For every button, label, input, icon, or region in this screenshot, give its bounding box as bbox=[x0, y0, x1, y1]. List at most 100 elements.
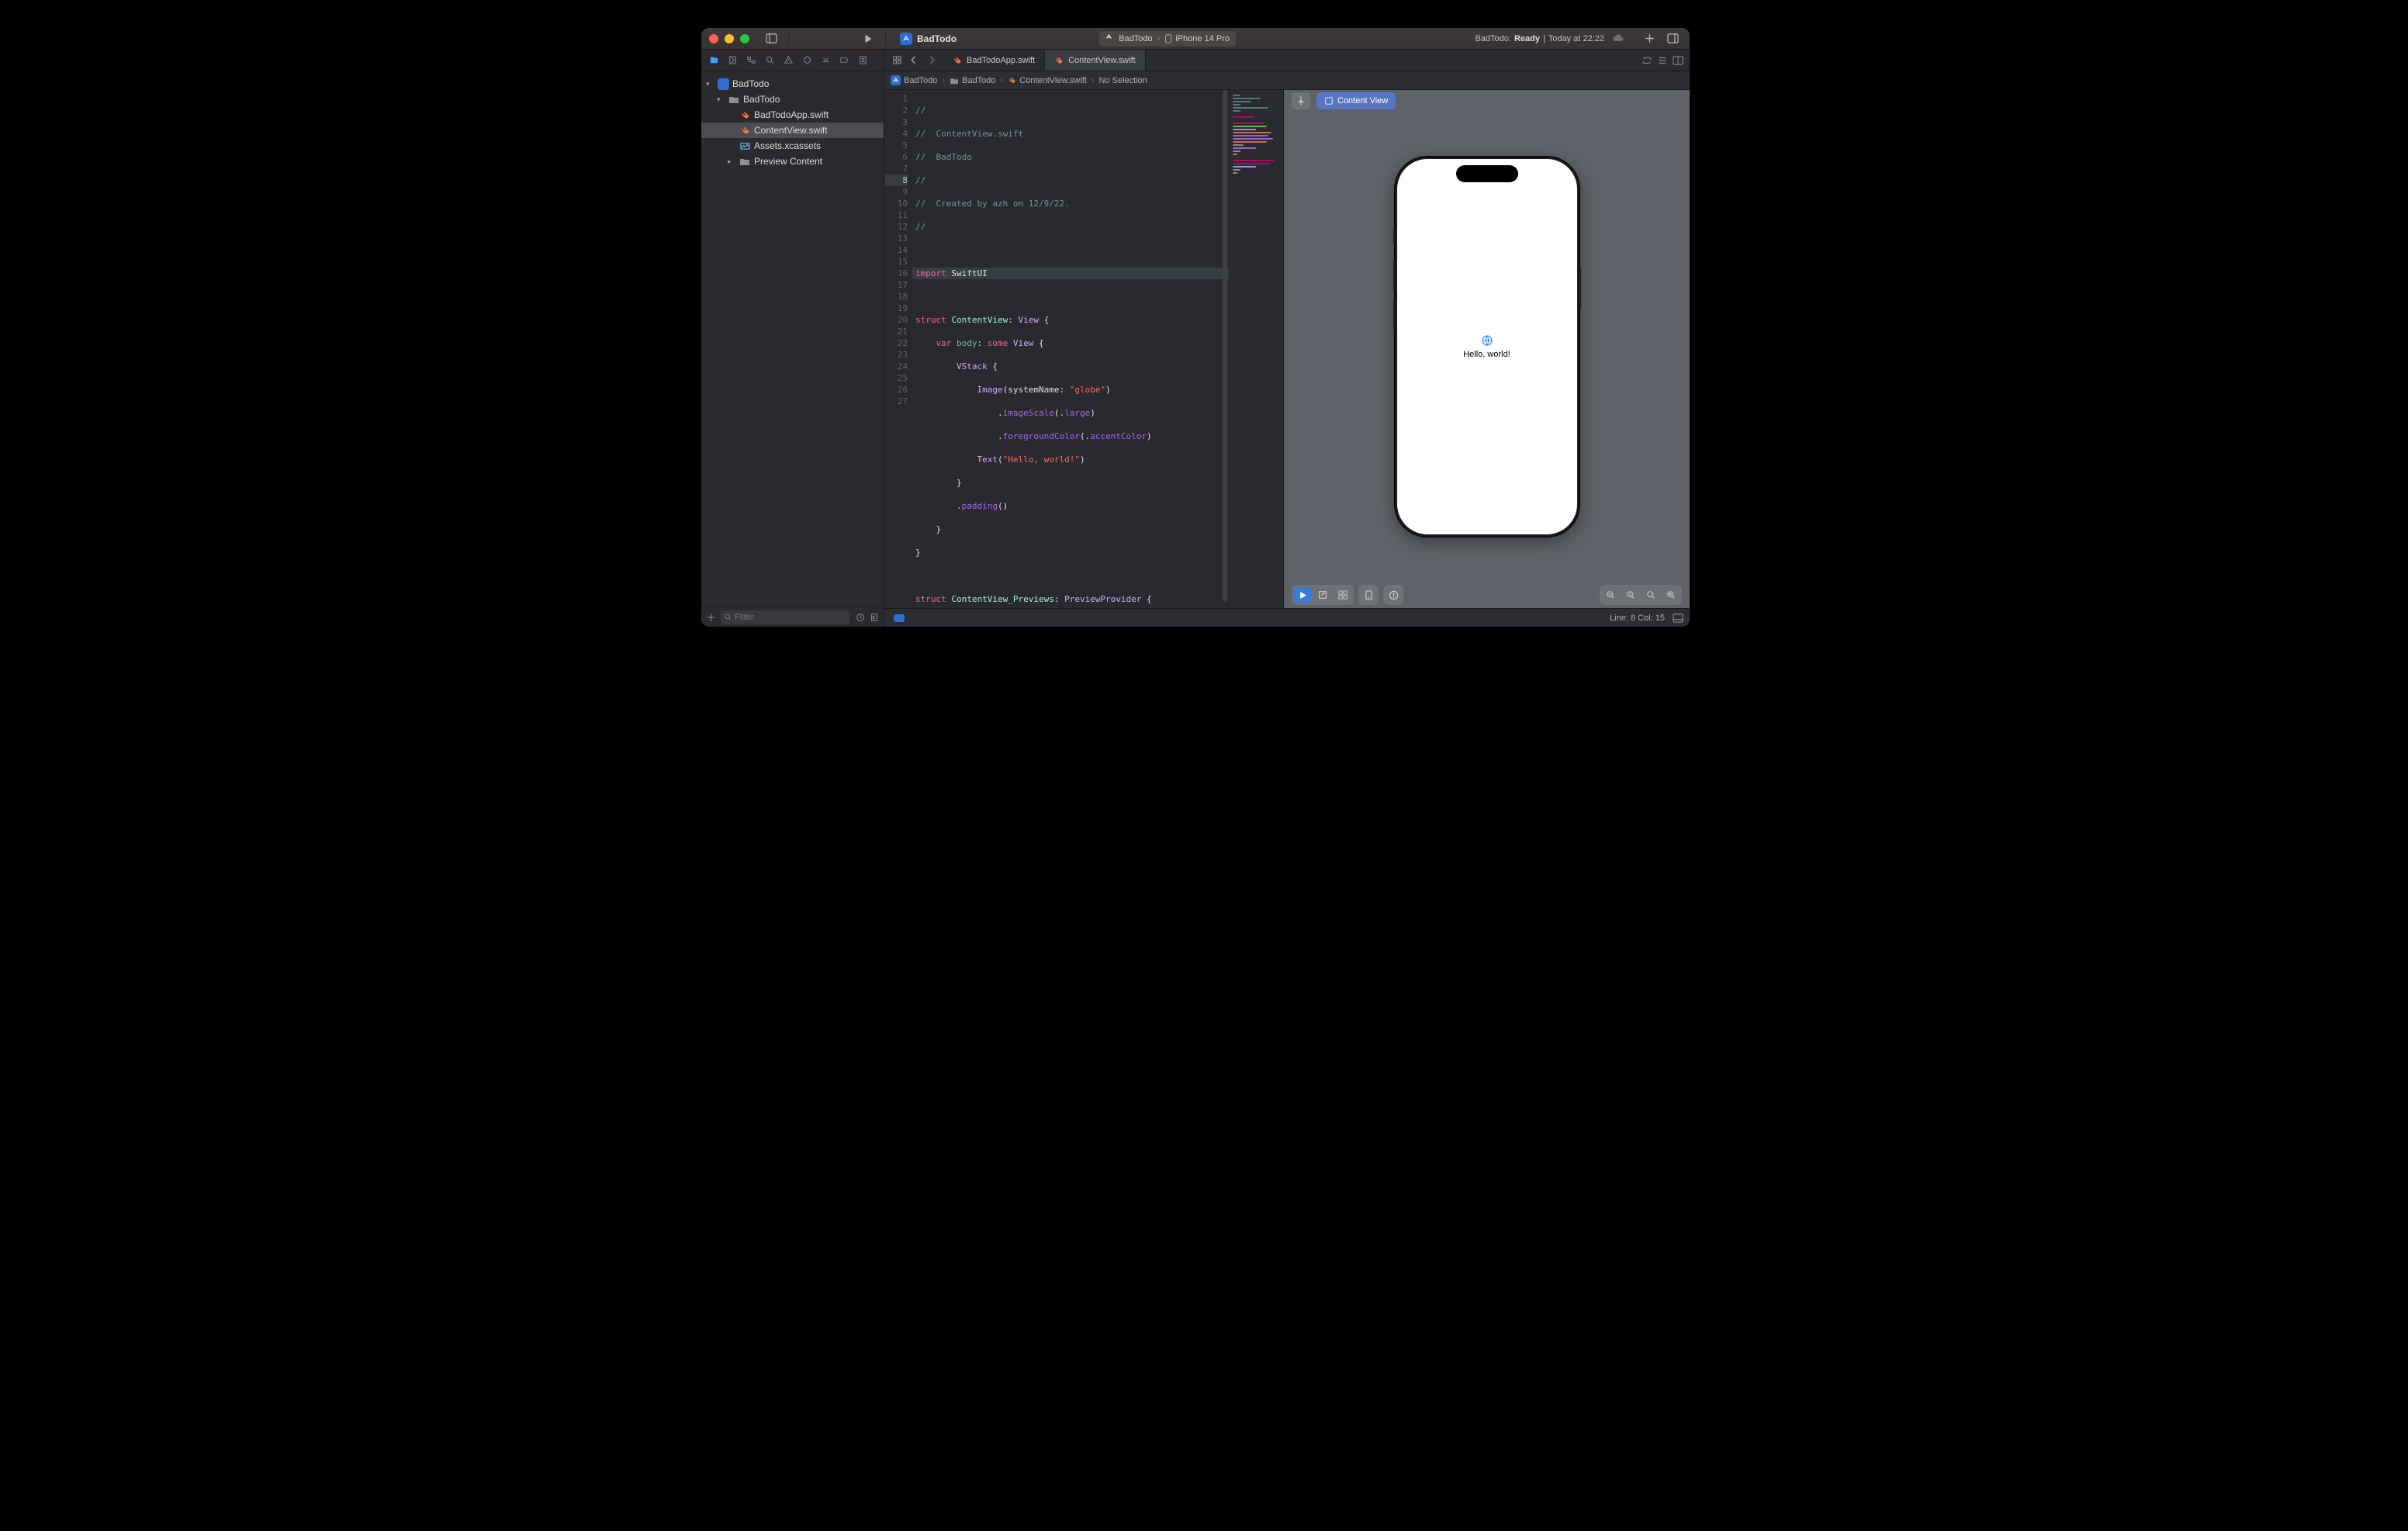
related-items-button[interactable] bbox=[889, 55, 905, 65]
project-navigator-tab[interactable] bbox=[706, 53, 721, 68]
project-icon bbox=[717, 78, 729, 90]
breakpoint-navigator-tab[interactable] bbox=[836, 53, 852, 68]
line-gutter: 1234567 8 910111213141516171819202122232… bbox=[884, 90, 912, 608]
source-editor[interactable]: 1234567 8 910111213141516171819202122232… bbox=[884, 90, 1284, 608]
selectable-preview-button[interactable] bbox=[1314, 587, 1331, 603]
variants-preview-button[interactable] bbox=[1334, 587, 1351, 603]
close-window-button[interactable] bbox=[709, 34, 718, 43]
toggle-debug-area-button[interactable] bbox=[1673, 613, 1683, 623]
navigator-filter-input[interactable] bbox=[721, 610, 849, 624]
chevron-right-icon: › bbox=[942, 76, 945, 85]
history-back-button[interactable] bbox=[906, 56, 922, 64]
folder-icon bbox=[728, 95, 740, 104]
symbol-navigator-tab[interactable] bbox=[743, 53, 759, 68]
editor-tabstrip: BadTodoApp.swift ContentView.swift bbox=[884, 50, 1690, 71]
swift-file-icon bbox=[1008, 76, 1016, 85]
live-preview-button[interactable] bbox=[1294, 587, 1311, 603]
find-navigator-tab[interactable] bbox=[762, 53, 777, 68]
recent-filter-button[interactable] bbox=[856, 613, 865, 622]
tab-label: BadTodoApp.swift bbox=[967, 56, 1035, 65]
scm-filter-button[interactable] bbox=[870, 613, 879, 622]
vertical-scrollbar[interactable] bbox=[1223, 90, 1227, 602]
tree-label: Assets.xcassets bbox=[754, 140, 821, 151]
disclosure-triangle-icon[interactable]: ▾ bbox=[717, 95, 725, 104]
zoom-out-button[interactable] bbox=[1602, 587, 1619, 603]
code-content[interactable]: // // ContentView.swift // BadTodo // //… bbox=[912, 90, 1283, 608]
run-button[interactable] bbox=[859, 30, 877, 47]
app-icon bbox=[1105, 33, 1116, 43]
tree-group[interactable]: ▾ BadTodo bbox=[701, 92, 884, 107]
app-icon bbox=[900, 33, 912, 45]
toggle-navigator-button[interactable] bbox=[762, 30, 780, 47]
add-editor-right-button[interactable] bbox=[1673, 55, 1683, 66]
zoom-controls bbox=[1600, 585, 1682, 605]
debug-navigator-tab[interactable] bbox=[818, 53, 833, 68]
report-navigator-tab[interactable] bbox=[855, 53, 870, 68]
tab-app-file[interactable]: BadTodoApp.swift bbox=[943, 50, 1045, 71]
device-frame: Hello, world! bbox=[1395, 157, 1579, 537]
device-side-button bbox=[1579, 268, 1581, 310]
project-tree: ▾ BadTodo ▾ BadTodo BadTodoApp.swift bbox=[701, 71, 884, 607]
preview-diagnostics-button[interactable] bbox=[1383, 585, 1403, 605]
swift-file-icon bbox=[739, 110, 751, 120]
tree-file-assets[interactable]: Assets.xcassets bbox=[701, 138, 884, 154]
history-forward-button[interactable] bbox=[923, 56, 939, 64]
preview-canvas[interactable]: Hello, world! bbox=[1284, 112, 1690, 582]
swift-file-icon bbox=[1054, 56, 1064, 65]
jump-bar[interactable]: BadTodo › BadTodo › ContentView.swift › … bbox=[884, 71, 1690, 90]
editor-sync-button[interactable] bbox=[1642, 55, 1652, 66]
tree-file-app[interactable]: BadTodoApp.swift bbox=[701, 107, 884, 123]
device-settings-button[interactable] bbox=[1358, 585, 1379, 605]
tab-contentview-file[interactable]: ContentView.swift bbox=[1045, 50, 1146, 71]
preview-selector-label: Content View bbox=[1337, 96, 1388, 105]
test-navigator-tab[interactable] bbox=[799, 53, 815, 68]
add-editor-button[interactable] bbox=[1640, 30, 1659, 47]
preview-bottombar bbox=[1284, 582, 1690, 608]
preview-hello-text: Hello, world! bbox=[1463, 350, 1510, 359]
jumpbar-seg[interactable]: ContentView.swift bbox=[1019, 76, 1087, 85]
cursor-position: Line: 8 Col: 15 bbox=[1610, 613, 1665, 623]
preview-mode-group bbox=[1292, 585, 1354, 605]
preview-content: Hello, world! bbox=[1397, 159, 1577, 534]
toggle-inspector-button[interactable] bbox=[1663, 30, 1682, 47]
filter-icon bbox=[724, 613, 732, 621]
zoom-in-button[interactable] bbox=[1662, 587, 1680, 603]
minimap[interactable] bbox=[1229, 90, 1283, 608]
source-control-navigator-tab[interactable] bbox=[725, 53, 740, 68]
device-side-button bbox=[1393, 260, 1396, 291]
tree-label: BadTodo bbox=[743, 94, 780, 105]
status-time: Today at 22:22 bbox=[1548, 34, 1604, 43]
tree-group-preview-content[interactable]: ▸ Preview Content bbox=[701, 154, 884, 169]
issue-navigator-tab[interactable] bbox=[780, 53, 796, 68]
zoom-actual-button[interactable] bbox=[1622, 587, 1639, 603]
editor-options-button[interactable] bbox=[1657, 55, 1668, 66]
chevron-right-icon: › bbox=[1157, 34, 1161, 43]
navigator-footer: ＋ bbox=[701, 607, 884, 627]
tab-label: ContentView.swift bbox=[1068, 56, 1136, 65]
debug-indicator[interactable] bbox=[894, 614, 905, 622]
project-name-label: BadTodo bbox=[917, 33, 957, 44]
swift-file-icon bbox=[953, 56, 962, 65]
preview-selector[interactable]: Content View bbox=[1316, 92, 1396, 109]
jumpbar-seg[interactable]: BadTodo bbox=[962, 76, 995, 85]
tree-label: ContentView.swift bbox=[754, 125, 828, 136]
scheme-selector[interactable]: BadTodo › iPhone 14 Pro bbox=[1099, 31, 1236, 47]
canvas-preview: Content View bbox=[1284, 90, 1690, 608]
disclosure-triangle-icon[interactable]: ▾ bbox=[706, 80, 714, 88]
jumpbar-seg[interactable]: BadTodo bbox=[904, 76, 937, 85]
jumpbar-seg[interactable]: No Selection bbox=[1099, 76, 1147, 85]
zoom-window-button[interactable] bbox=[740, 34, 749, 43]
status-prefix: BadTodo: bbox=[1475, 34, 1510, 43]
add-file-button[interactable]: ＋ bbox=[706, 610, 716, 624]
assets-icon bbox=[739, 141, 751, 151]
pin-preview-button[interactable] bbox=[1292, 92, 1310, 109]
app-icon bbox=[891, 75, 901, 85]
window-controls bbox=[709, 34, 749, 43]
zoom-fit-button[interactable] bbox=[1642, 587, 1659, 603]
project-name[interactable]: BadTodo bbox=[894, 31, 963, 47]
tree-project-root[interactable]: ▾ BadTodo bbox=[701, 76, 884, 92]
xcode-window: BadTodo BadTodo › iPhone 14 Pro BadTodo:… bbox=[701, 28, 1690, 627]
disclosure-triangle-icon[interactable]: ▸ bbox=[728, 157, 735, 166]
minimize-window-button[interactable] bbox=[725, 34, 734, 43]
tree-file-contentview[interactable]: ContentView.swift bbox=[701, 123, 884, 138]
